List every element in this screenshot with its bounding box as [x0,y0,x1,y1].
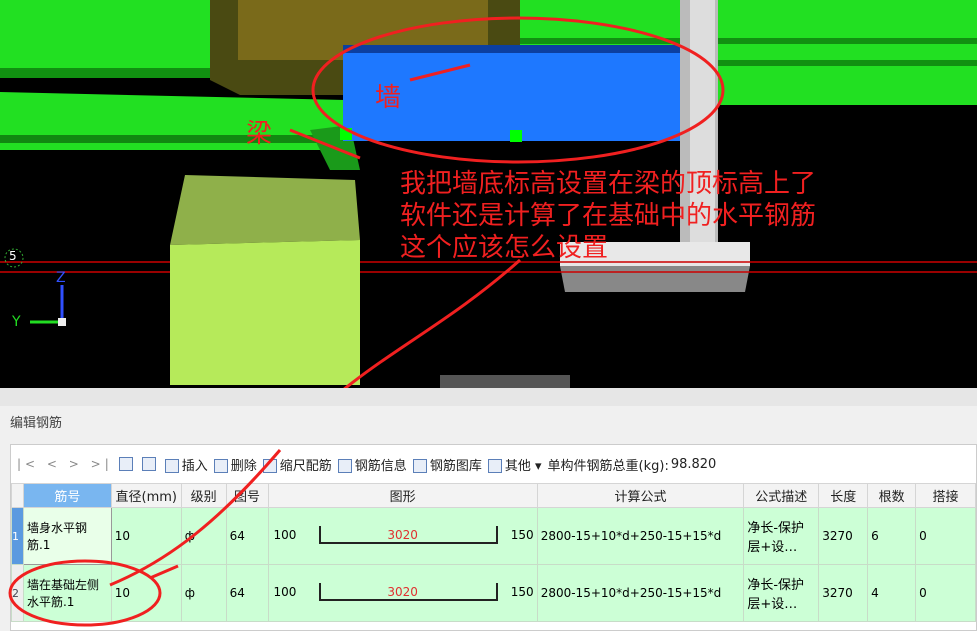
cell-count[interactable]: 6 [867,507,917,565]
cell-desc[interactable]: 净长-保护层+设… [743,564,820,622]
cell-length[interactable]: 3270 [818,507,869,565]
rebar-table: 筋号 直径(mm) 级别 图号 图形 计算公式 公式描述 长度 根数 搭接 1 … [11,483,976,622]
move-up-icon[interactable] [118,457,133,471]
annotation-beam: 梁 [246,119,273,149]
annotation-line-2: 软件还是计算了在基础中的水平钢筋 [400,201,817,231]
row-number: 2 [11,564,24,622]
cell-shape[interactable]: 100 3020 150 [267,564,538,622]
annotation-line-3: 这个应该怎么设置 [400,233,609,263]
annotation-line-1: 我把墙底标高设置在梁的顶标高上了 [400,169,817,199]
cell-shape[interactable]: 100 3020 150 [267,507,538,565]
move-down-icon[interactable] [141,457,156,471]
col-header[interactable]: 图形 [267,483,538,508]
cell-grade[interactable]: ф [180,507,227,565]
panel-title: 编辑钢筋 [10,416,63,431]
shape-right: 150 [510,585,534,599]
cell-length[interactable]: 3270 [818,564,869,622]
cell-name[interactable]: 墙身水平钢筋.1 [22,507,112,565]
cell-lap[interactable]: 0 [915,564,976,622]
axis-z-label: Z [56,270,66,286]
rebar-library-button[interactable]: 钢筋图库 [412,455,482,474]
library-icon [412,459,427,473]
col-header[interactable]: 公式描述 [743,483,820,508]
table-header: 筋号 直径(mm) 级别 图号 图形 计算公式 公式描述 长度 根数 搭接 [11,483,976,508]
axis-y-label: Y [12,314,21,330]
col-header[interactable]: 长度 [818,483,869,508]
col-header[interactable]: 搭接 [915,483,976,508]
col-header[interactable]: 级别 [180,483,227,508]
cell-name[interactable]: 墙在基础左侧水平筋.1 [22,564,112,622]
cell-diameter[interactable]: 10 [110,564,182,622]
table-row[interactable]: 1 墙身水平钢筋.1 10 ф 64 100 3020 150 2800-15+10… [11,507,976,565]
col-header[interactable]: 图号 [225,483,269,508]
cell-desc[interactable]: 净长-保护层+设… [743,507,820,565]
shape-mid: 3020 [387,585,418,599]
record-nav-buttons[interactable]: |< < > >| [17,457,113,471]
col-header[interactable]: 计算公式 [536,483,745,508]
delete-icon [213,459,228,473]
annotation-wall: 墙 [375,83,402,113]
cell-figure-no[interactable]: 64 [225,507,269,565]
total-weight-label: 单构件钢筋总重(kg): [547,458,669,474]
cell-formula[interactable]: 2800-15+10*d+250-15+15*d [536,564,745,622]
scale-icon [262,459,277,473]
cell-grade[interactable]: ф [180,564,227,622]
slab-left [0,0,215,68]
cell-count[interactable]: 4 [867,564,917,622]
total-weight-value: 98.820 [670,456,717,472]
col-header[interactable]: 根数 [867,483,917,508]
row-number: 1 [11,507,24,565]
edit-rebar-panel: 编辑钢筋 |< < > >| 插入 删除 缩尺配筋 钢筋信息 钢筋图库 其他 ▾… [0,388,977,631]
document-icon [337,459,352,473]
rebar-info-button[interactable]: 钢筋信息 [337,455,407,474]
cell-figure-no[interactable]: 64 [225,564,269,622]
insert-button[interactable]: 插入 [164,455,208,474]
settings-doc-icon [487,459,502,473]
table-row[interactable]: 2 墙在基础左侧水平筋.1 10 ф 64 100 3020 150 2800-15… [11,564,976,622]
toolbar: |< < > >| 插入 删除 缩尺配筋 钢筋信息 钢筋图库 其他 ▾ 单构件钢… [11,445,976,483]
3d-viewport[interactable]: 墙 梁 我把墙底标高设置在梁的顶标高上了 软件还是计算了在基础中的水平钢筋 这个… [0,0,977,627]
other-dropdown[interactable]: 其他 ▾ [487,455,542,474]
cell-lap[interactable]: 0 [915,507,976,565]
scale-rebar-button[interactable]: 缩尺配筋 [262,455,332,474]
insert-icon [164,459,179,473]
cell-diameter[interactable]: 10 [110,507,182,565]
col-header[interactable]: 筋号 [22,483,112,508]
foundation-block [170,175,360,245]
col-header[interactable]: 直径(mm) [110,483,182,508]
cell-formula[interactable]: 2800-15+10*d+250-15+15*d [536,507,745,565]
grid-marker: 5 [9,249,17,263]
shape-mid: 3020 [387,528,418,542]
shape-right: 150 [510,528,534,542]
delete-button[interactable]: 删除 [213,455,257,474]
